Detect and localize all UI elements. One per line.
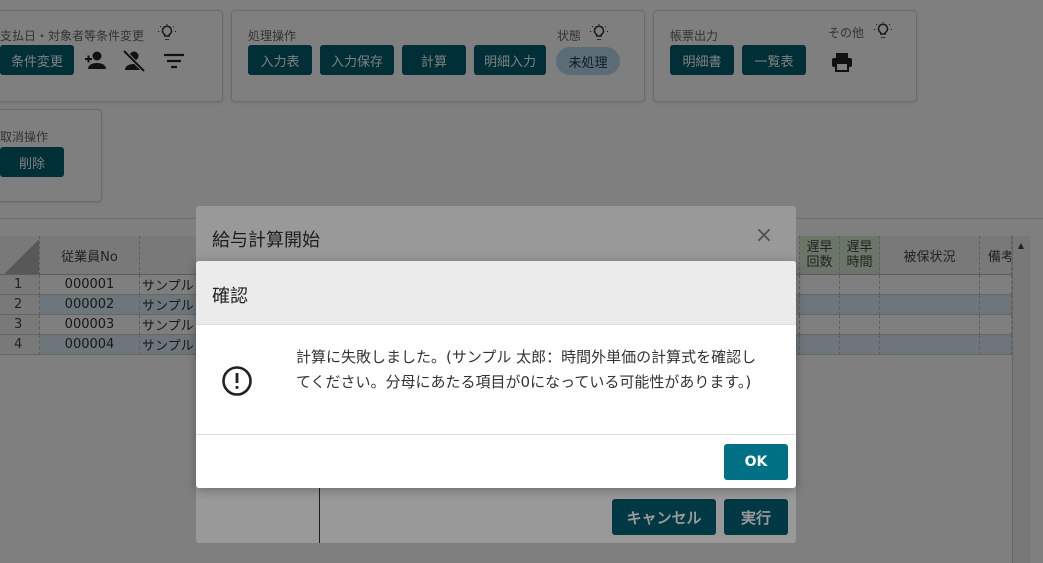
confirm-dialog-title: 確認: [212, 286, 248, 307]
error-message: 計算に失敗しました。(サンプル 太郎：時間外単価の計算式を確認してください。分母…: [296, 348, 757, 391]
confirm-dialog-header: 確認: [196, 261, 796, 325]
ok-button[interactable]: OK: [724, 444, 788, 480]
confirm-dialog-footer: [196, 434, 796, 488]
alert-circle-icon: [222, 366, 252, 396]
confirm-dialog: 確認 計算に失敗しました。(サンプル 太郎：時間外単価の計算式を確認してください…: [196, 261, 796, 488]
